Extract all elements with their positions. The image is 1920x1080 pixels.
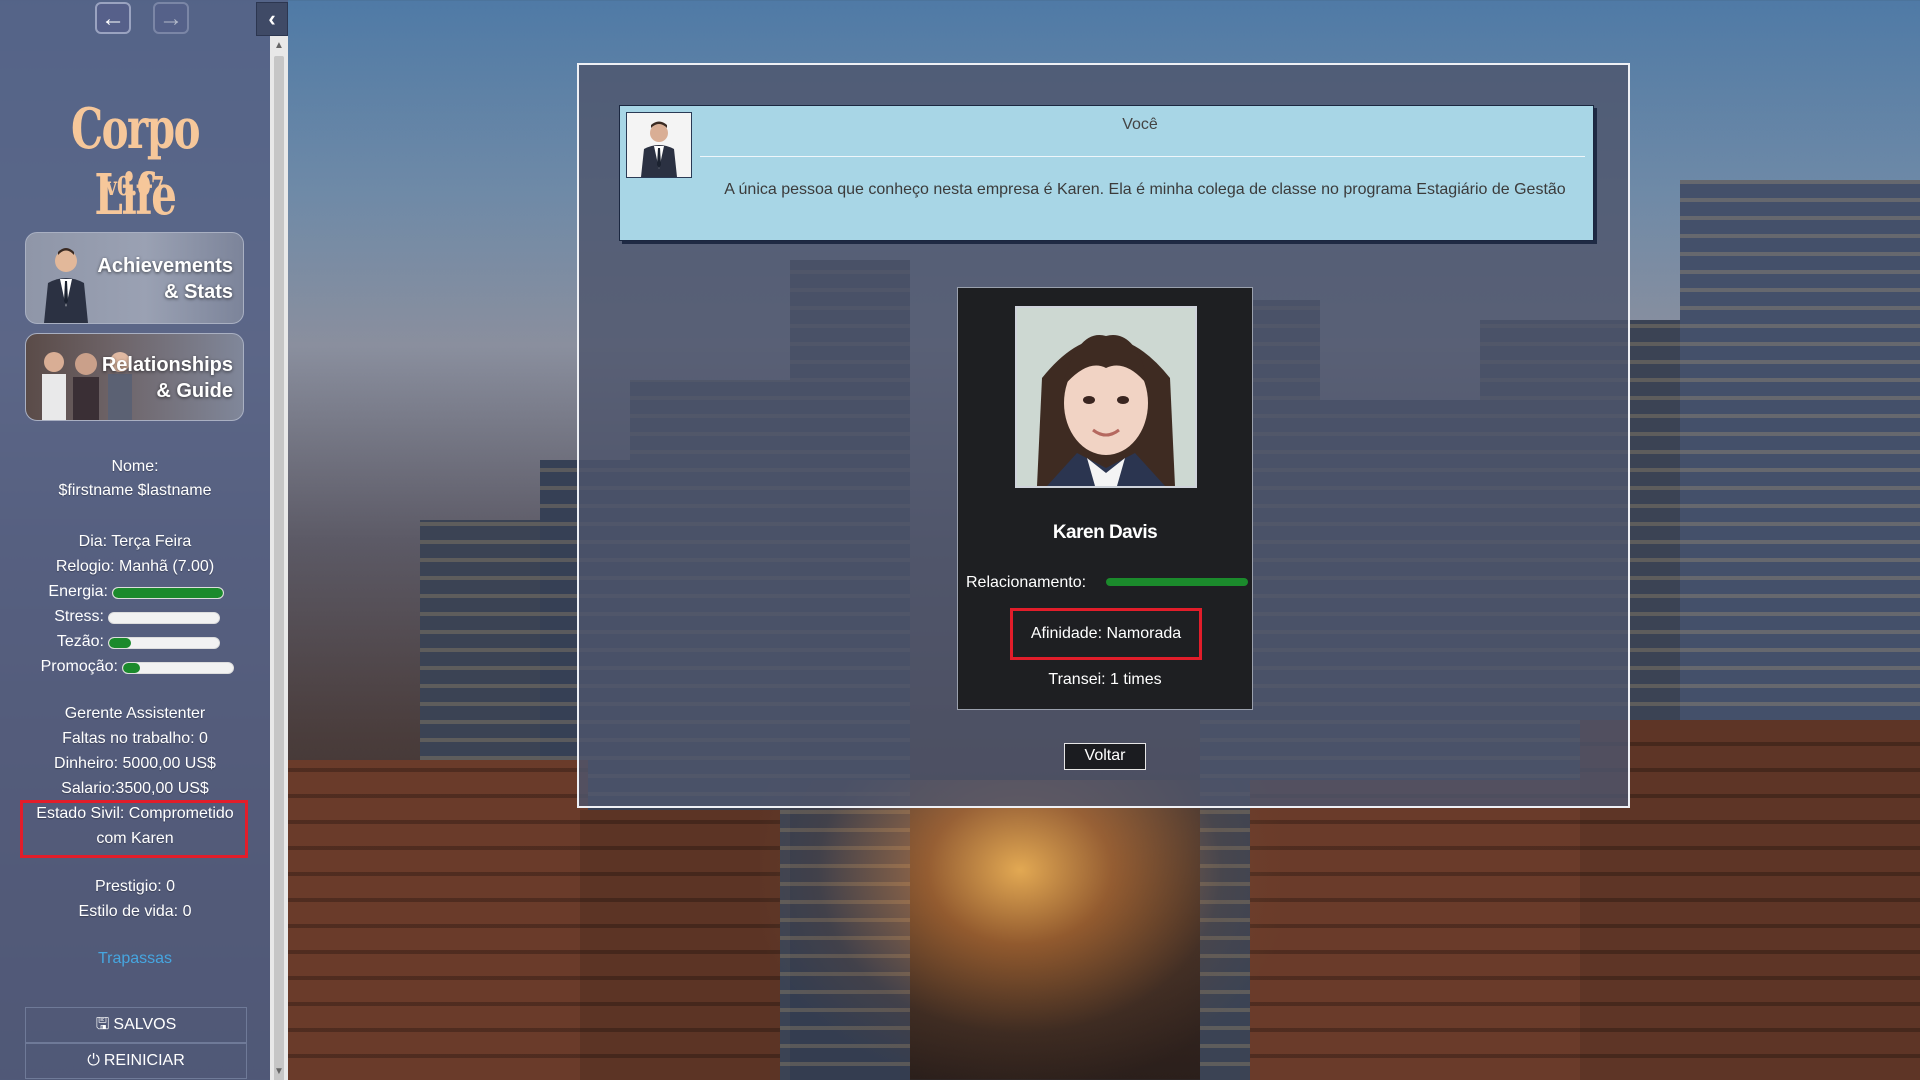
relationship-stat: Relacionamento:	[966, 572, 1248, 594]
relationship-bar	[1106, 578, 1248, 586]
promotion-bar	[122, 662, 234, 674]
saves-button[interactable]: 🖫 SALVOS	[25, 1007, 247, 1043]
energy-bar	[112, 587, 224, 599]
lifestyle-text: Estilo de vida: 0	[78, 903, 192, 920]
guide-label: & Guide	[156, 380, 233, 402]
tezao-bar-fill	[109, 638, 131, 648]
day-text: Dia: Terça Feira	[78, 533, 192, 550]
character-name: Karen Davis	[1052, 522, 1158, 543]
back-button[interactable]: ←	[95, 2, 131, 34]
energy-stat: Energia:	[0, 581, 270, 603]
clock-text: Relogio: Manhã (7.00)	[55, 558, 215, 575]
arrow-left-icon: ←	[101, 5, 125, 32]
energy-label: Energia:	[48, 583, 108, 600]
character-portrait	[1015, 306, 1197, 488]
sidebar: ← → Corpo Life v0.07 Achievements & Stat…	[0, 0, 288, 1080]
transei-count: Transei: 1 times	[1048, 671, 1162, 688]
saves-label: SALVOS	[113, 1016, 177, 1033]
money-text: Dinheiro: 5000,00 US$	[54, 755, 216, 772]
salary-text: Salario:3500,00 US$	[61, 780, 209, 797]
voltar-button[interactable]: Voltar	[1064, 743, 1146, 770]
job-title: Gerente Assistenter	[64, 705, 206, 722]
promotion-bar-fill	[123, 663, 140, 673]
stats-label: & Stats	[164, 281, 233, 303]
sidebar-scrollbar[interactable]: ▲ ▼	[270, 36, 288, 1080]
name-value: $firstname $lastname	[58, 482, 212, 499]
restart-button[interactable]: ⏻ REINICIAR	[25, 1043, 247, 1079]
relationship-label: Relacionamento:	[966, 574, 1087, 591]
cheats-link[interactable]: Trapassas	[0, 950, 270, 968]
dialog-divider	[700, 156, 1585, 157]
floppy-disk-icon: 🖫	[95, 1016, 110, 1033]
game-logo: Corpo Life	[70, 96, 201, 228]
promotion-stat: Promoção:	[0, 656, 270, 678]
relationships-guide-button[interactable]: Relationships & Guide	[25, 333, 244, 421]
businessman-icon	[44, 248, 88, 323]
energy-bar-fill	[113, 588, 223, 598]
arrow-right-icon: →	[159, 5, 183, 32]
stress-stat: Stress:	[0, 606, 270, 628]
civil-status-line1: Estado Sivil: Comprometido	[36, 805, 234, 822]
name-label: Nome:	[111, 458, 159, 475]
collapse-sidebar-button[interactable]: ‹	[256, 2, 288, 36]
dialog-text: A única pessoa que conheço nesta empresa…	[724, 181, 1566, 198]
restart-label: REINICIAR	[103, 1052, 185, 1069]
chevron-left-icon: ‹	[268, 6, 276, 31]
prestige-text: Prestigio: 0	[94, 878, 176, 895]
relationships-label: Relationships	[101, 354, 233, 376]
character-card: Karen Davis Relacionamento: Afinidade: N…	[957, 287, 1253, 710]
power-icon: ⏻	[87, 1052, 100, 1069]
scroll-up-icon[interactable]: ▲	[270, 38, 288, 54]
stress-label: Stress:	[54, 608, 104, 625]
dialog-box: Você A única pessoa que conheço nesta em…	[619, 105, 1594, 241]
forward-button[interactable]: →	[153, 2, 189, 34]
relationship-bar-fill	[1106, 578, 1248, 586]
scrollbar-thumb[interactable]	[274, 56, 284, 1080]
dialog-speaker: Você	[1122, 116, 1158, 133]
game-version: v0.07	[105, 172, 165, 202]
tezao-bar	[108, 637, 220, 649]
achievements-stats-button[interactable]: Achievements & Stats	[25, 232, 244, 324]
tezao-stat: Tezão:	[0, 631, 270, 653]
promotion-label: Promoção:	[40, 658, 118, 675]
stress-bar	[108, 612, 220, 624]
story-panel: Você A única pessoa que conheço nesta em…	[577, 63, 1630, 808]
achievements-label: Achievements	[97, 255, 233, 277]
civil-status-line2: com Karen	[96, 830, 174, 847]
tezao-label: Tezão:	[56, 633, 104, 650]
affinity-text: Afinidade: Namorada	[1010, 608, 1202, 660]
player-avatar	[626, 112, 692, 178]
scroll-down-icon[interactable]: ▼	[270, 1064, 288, 1080]
absences-text: Faltas no trabalho: 0	[62, 730, 208, 747]
